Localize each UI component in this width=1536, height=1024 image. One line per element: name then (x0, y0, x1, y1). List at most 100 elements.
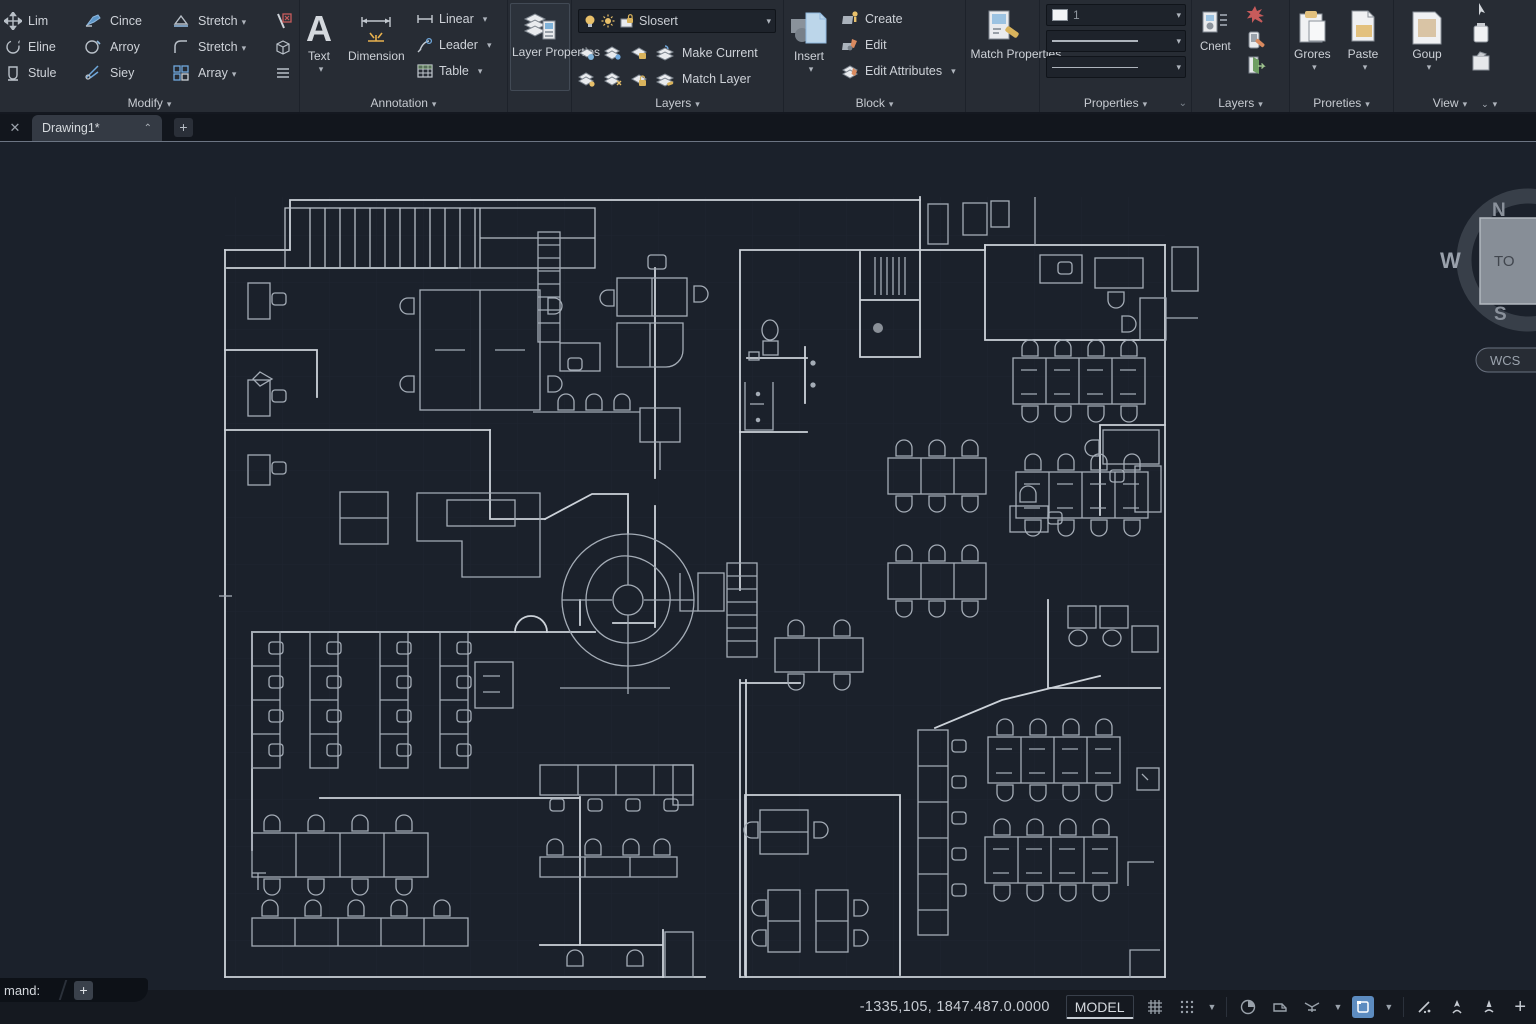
autoscale-icon[interactable] (1478, 996, 1500, 1018)
chevron-down-icon[interactable]: ▼ (1384, 1002, 1393, 1012)
command-add-button[interactable]: + (74, 981, 93, 1000)
layer-door-icon[interactable] (1244, 54, 1266, 76)
statusbar: -1335,105, 1847.487.0.0000 MODEL ▼ ▼ ▼ + (0, 990, 1536, 1024)
dynamic-ucs-icon[interactable] (1237, 996, 1259, 1018)
groups-button[interactable]: Grores ▾ (1294, 4, 1331, 96)
viewcube-north[interactable]: N (1492, 200, 1506, 221)
panel-label-layers2[interactable]: Layers▾ (1192, 96, 1289, 110)
leader-button[interactable]: Leader▾ (416, 32, 491, 58)
modify-item[interactable]: Stretch▾ (198, 40, 270, 54)
viewcube-west[interactable]: W (1440, 248, 1461, 273)
modify-item[interactable]: Stule (28, 66, 80, 80)
new-tab-button[interactable]: + (174, 118, 193, 137)
layer-isolate-icon[interactable] (604, 44, 622, 62)
modify-item[interactable]: Array▾ (198, 66, 270, 80)
layer-on-icon[interactable] (578, 70, 596, 88)
command-prompt[interactable]: mand: (4, 983, 40, 998)
lines-icon[interactable] (274, 64, 292, 82)
isodraft-icon[interactable] (1301, 996, 1323, 1018)
dynamic-input-icon[interactable] (1269, 996, 1291, 1018)
wcs-label[interactable]: WCS (1490, 353, 1521, 368)
table-button[interactable]: Table▾ (416, 58, 491, 84)
array-icon[interactable] (172, 64, 190, 82)
selection-cycling-icon[interactable] (1352, 996, 1374, 1018)
insert-button[interactable]: Insert ▾ (788, 4, 830, 96)
layer-current-button[interactable]: Cnent (1200, 8, 1231, 53)
edit-block-button[interactable]: Edit (842, 32, 956, 58)
panel-label-clipboard[interactable]: Proreties▾ (1290, 96, 1393, 110)
panel-view: Goup ▾ View▾⌄▾ (1394, 0, 1536, 112)
edit-attributes-button[interactable]: Edit Attributes▾ (842, 58, 956, 84)
copy-icon[interactable] (84, 12, 102, 30)
layer-dropdown[interactable]: Slosert ▾ (578, 9, 776, 33)
box-icon[interactable] (274, 38, 292, 56)
modify-item[interactable]: Eline (28, 40, 80, 54)
linetype-dropdown[interactable]: ▾ (1046, 56, 1186, 78)
layer-freeze-icon[interactable] (604, 70, 622, 88)
tool-box-icon[interactable] (1468, 48, 1494, 74)
explode-icon[interactable] (84, 64, 102, 82)
chevron-up-icon[interactable]: ⌃ (144, 123, 152, 134)
cursor-icon[interactable] (1472, 2, 1490, 18)
modify-item[interactable]: Stretch▾ (198, 14, 270, 28)
color-dropdown[interactable]: 1 ▾ (1046, 4, 1186, 26)
rotate-icon[interactable] (4, 38, 22, 56)
layer-match-phone-icon[interactable] (1244, 29, 1266, 51)
command-line[interactable]: mand: + (0, 978, 148, 1002)
panel-label-annotation[interactable]: Annotation▾ (300, 96, 507, 110)
layer-properties-button[interactable]: Layer Properties (510, 3, 570, 91)
chevron-down-icon[interactable]: ▼ (1208, 1002, 1217, 1012)
modify-item[interactable]: Cince (110, 14, 168, 28)
panel-label-layers[interactable]: Layers▾ (572, 96, 783, 110)
dimension-button[interactable]: Dimension (348, 4, 405, 96)
make-current-button[interactable]: Make Current (682, 46, 758, 60)
layer-delete-icon[interactable] (1244, 4, 1266, 26)
customize-statusbar-button[interactable]: + (1514, 996, 1526, 1019)
group-button[interactable]: Goup ▾ (1408, 4, 1446, 96)
tab-drawing1[interactable]: Drawing1* ⌃ (32, 115, 162, 141)
layer-lock-icon[interactable] (630, 44, 648, 62)
snap-mode-icon[interactable] (1176, 996, 1198, 1018)
panel-properties: 1 ▾ ▾ ▾ Properties▾ ⌄ (1040, 0, 1192, 112)
command-divider (51, 980, 67, 1000)
annotation-visibility-icon[interactable] (1446, 996, 1468, 1018)
modify-item[interactable]: Arroy (110, 40, 168, 54)
layer-off-icon[interactable] (578, 44, 596, 62)
panel-label-block[interactable]: Block▾ (784, 96, 965, 110)
chevron-down-icon: ▾ (766, 16, 771, 27)
fillet-icon[interactable] (172, 38, 190, 56)
move-icon[interactable] (4, 12, 22, 30)
modify-item[interactable]: Siey (110, 66, 168, 80)
tool-jar-icon[interactable] (1468, 20, 1494, 46)
linear-button[interactable]: Linear▾ (416, 6, 491, 32)
model-space-button[interactable]: MODEL (1066, 995, 1134, 1019)
scale-icon[interactable] (4, 64, 22, 82)
layer-unlock-icon[interactable] (630, 70, 648, 88)
viewcube-face-label: TO (1494, 253, 1515, 270)
grid-display-icon[interactable] (1144, 996, 1166, 1018)
match-properties-button[interactable]: Match Properties (968, 4, 1037, 96)
drawing-canvas[interactable]: TO N W S WCS (0, 142, 1536, 990)
paste-button[interactable]: Paste ▾ (1346, 4, 1380, 96)
chevron-down-icon[interactable]: ▼ (1333, 1002, 1342, 1012)
panel-label-properties[interactable]: Properties▾ ⌄ (1040, 96, 1191, 110)
lineweight-sample (1052, 40, 1138, 42)
stretch-icon[interactable] (172, 12, 190, 30)
match-properties-icon (983, 9, 1023, 47)
modify-item[interactable]: Lim (28, 14, 80, 28)
bulb-icon (583, 14, 597, 28)
lineweight-dropdown[interactable]: ▾ (1046, 30, 1186, 52)
annotation-scale-icon[interactable] (1414, 996, 1436, 1018)
viewcube-south[interactable]: S (1494, 304, 1507, 325)
create-block-button[interactable]: Create (842, 6, 956, 32)
viewcube[interactable]: TO N W S WCS (1428, 168, 1536, 380)
text-button[interactable]: A Text ▾ (306, 4, 332, 96)
match-layer-button[interactable]: Match Layer (682, 72, 751, 86)
close-icon[interactable]: ✕ (6, 119, 24, 137)
trim-icon[interactable] (274, 12, 292, 30)
panel-label-view[interactable]: View▾⌄▾ (1394, 96, 1536, 110)
paste-icon (1346, 9, 1380, 47)
mirror-icon[interactable] (84, 38, 102, 56)
panel-expander-icon[interactable]: ⌄ (1179, 98, 1187, 109)
panel-label-modify[interactable]: Modify▾ (0, 96, 299, 110)
